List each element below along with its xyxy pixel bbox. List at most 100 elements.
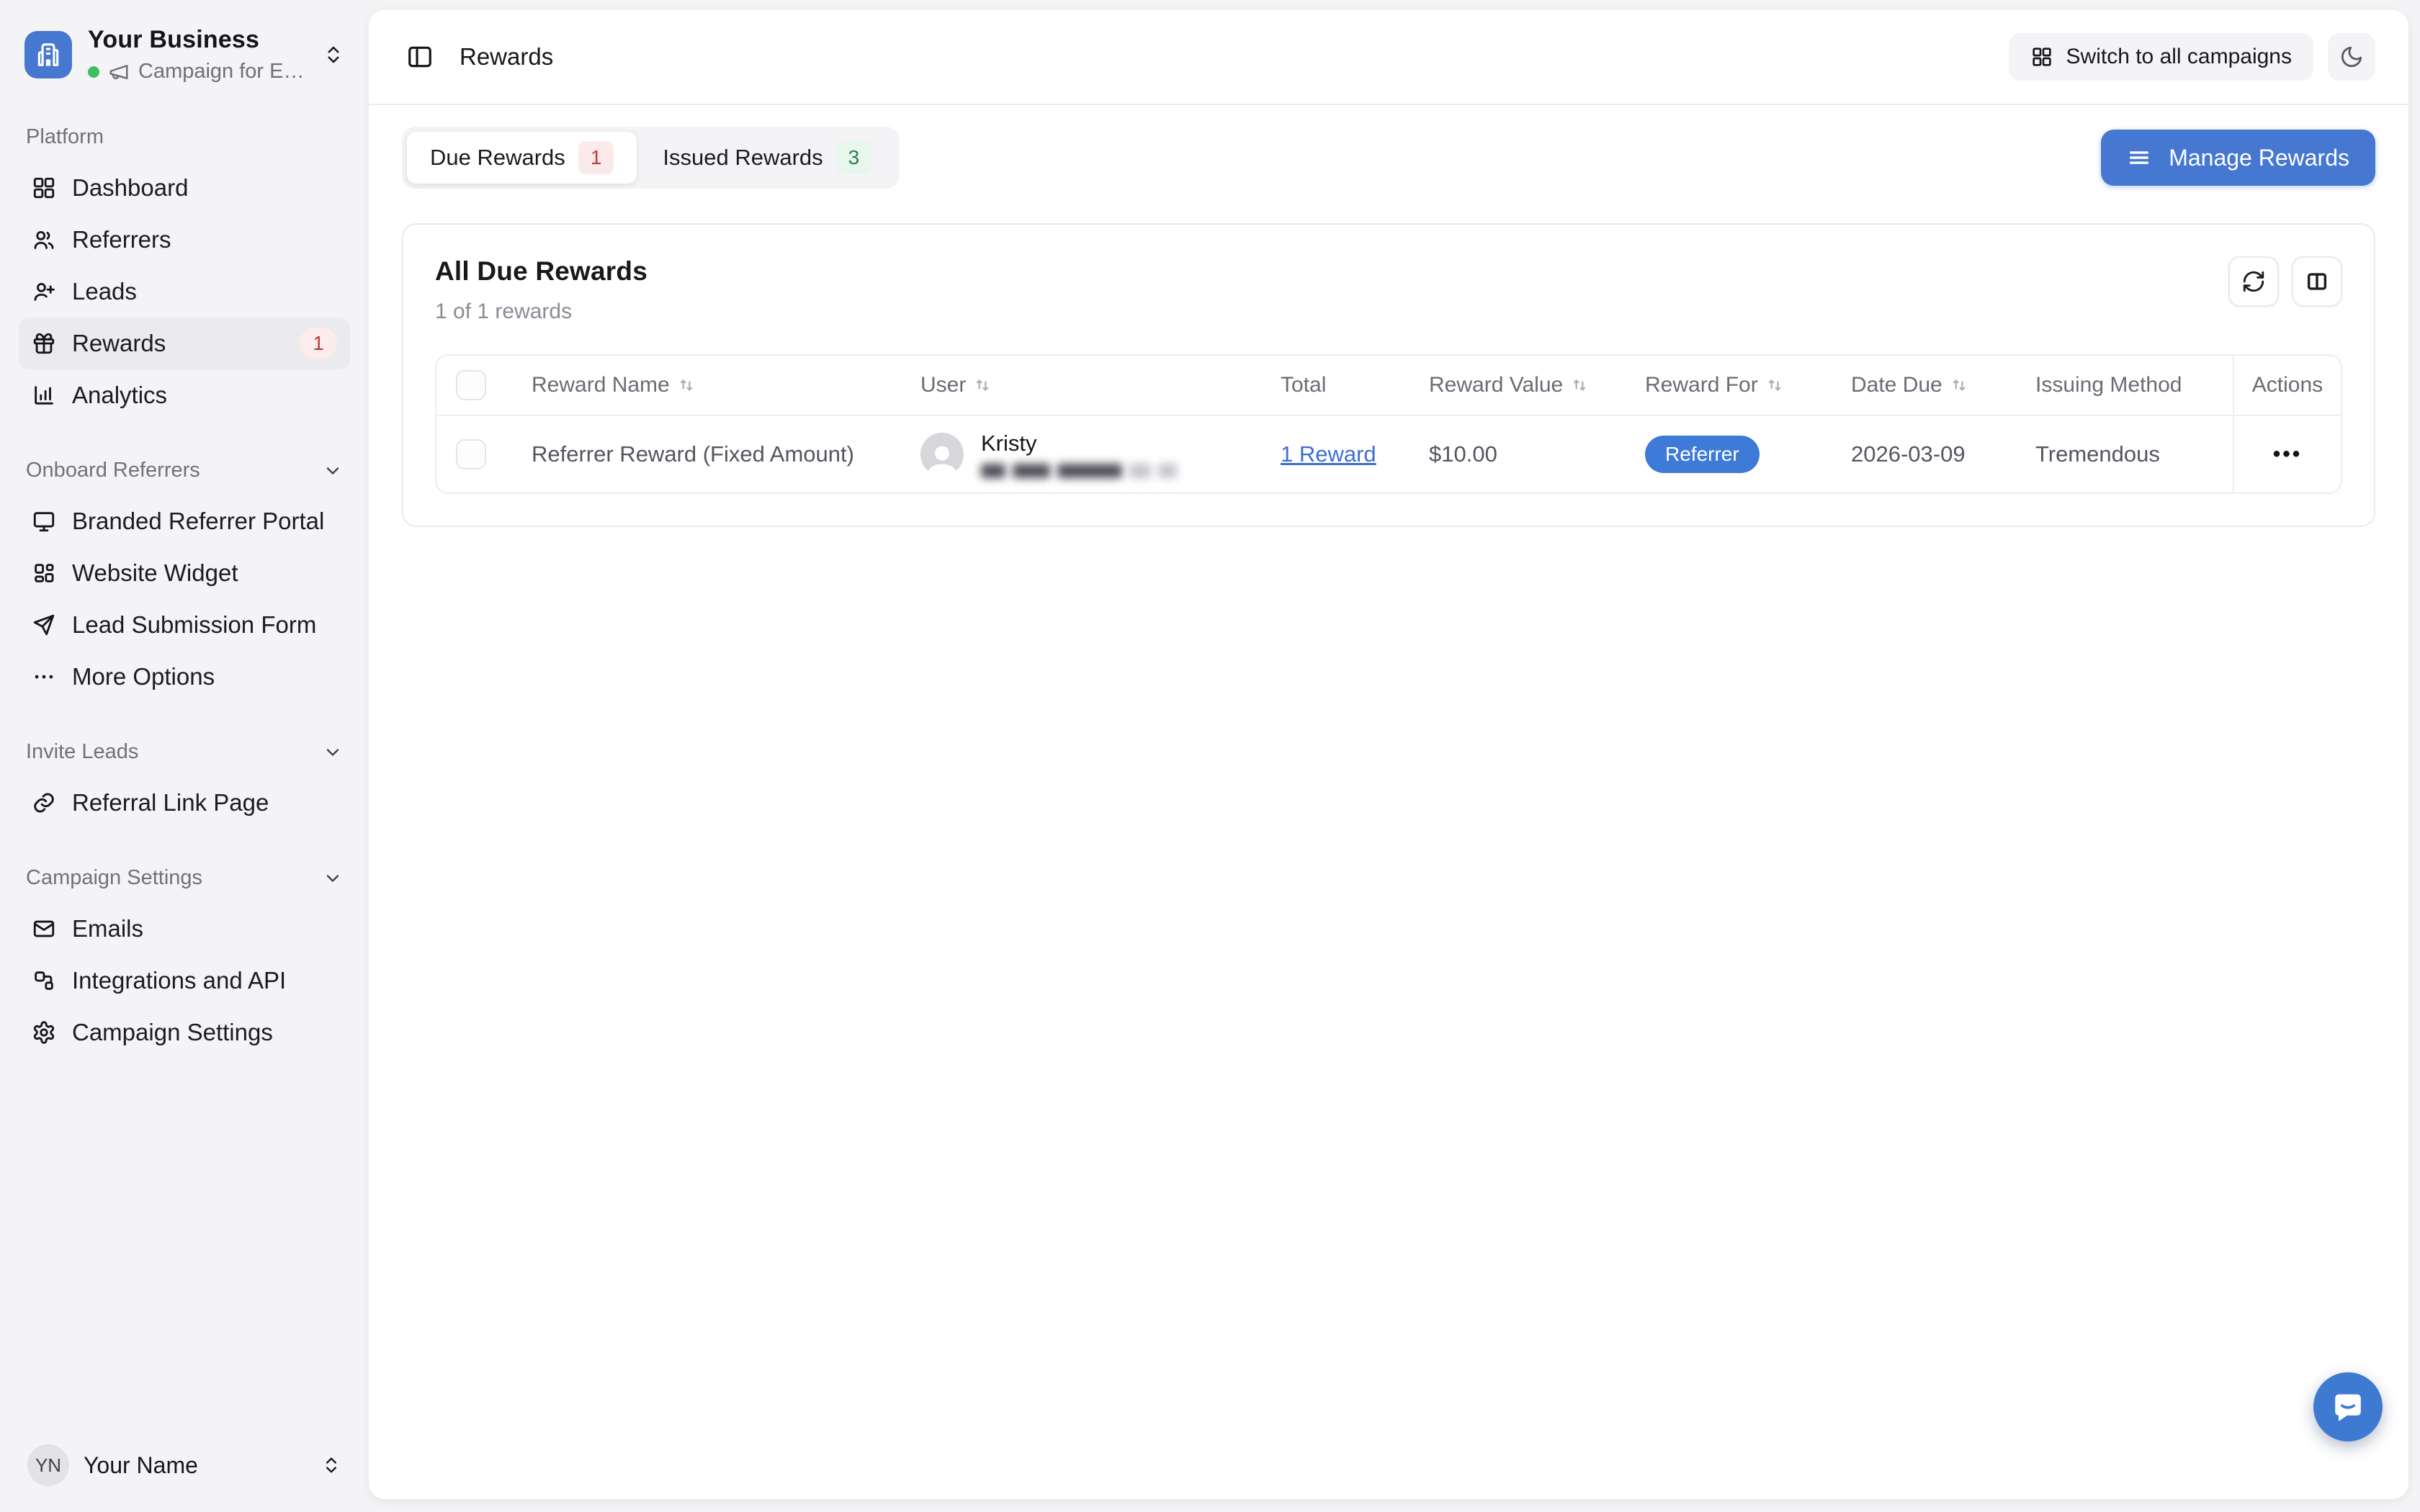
widget-grid-icon [32, 561, 56, 585]
column-header-reward-name[interactable]: Reward Name [506, 356, 895, 415]
total-rewards-link[interactable]: 1 Reward [1281, 441, 1376, 467]
row-checkbox[interactable] [456, 439, 486, 469]
columns-icon [2305, 269, 2329, 294]
column-header-issuing-method: Issuing Method [2009, 356, 2233, 415]
page-title: Rewards [460, 43, 553, 71]
user-first-name: Kristy [981, 431, 1177, 456]
business-logo-icon [24, 31, 72, 78]
cell-reward-name: Referrer Reward (Fixed Amount) [506, 416, 895, 492]
sort-icon [1570, 376, 1589, 395]
sidebar-toggle-icon[interactable] [402, 39, 438, 75]
workspace-name: Your Business [88, 26, 307, 54]
columns-button[interactable] [2292, 256, 2342, 307]
select-all-checkbox[interactable] [456, 370, 486, 400]
refresh-button[interactable] [2228, 256, 2279, 307]
redacted-user-details [981, 464, 1177, 478]
sidebar-item-analytics[interactable]: Analytics [19, 369, 350, 421]
ellipsis-icon [32, 665, 56, 689]
workflow-icon [32, 968, 56, 993]
switch-campaigns-button[interactable]: Switch to all campaigns [2009, 33, 2313, 81]
sidebar-item-rewards[interactable]: Rewards 1 [19, 318, 350, 369]
dark-mode-toggle[interactable] [2328, 33, 2375, 81]
rewards-tabs: Due Rewards 1 Issued Rewards 3 [402, 127, 900, 189]
mail-icon [32, 917, 56, 941]
manage-rewards-button[interactable]: Manage Rewards [2101, 130, 2375, 186]
row-actions-button[interactable]: ••• [2273, 442, 2303, 467]
dashboard-icon [32, 176, 56, 200]
user-name: Your Name [84, 1452, 307, 1479]
sidebar-item-more-options[interactable]: More Options [19, 651, 350, 703]
reward-for-badge: Referrer [1645, 436, 1760, 473]
cell-date-due: 2026-03-09 [1825, 416, 2009, 492]
sort-icon [973, 376, 992, 395]
sidebar-item-dashboard[interactable]: Dashboard [19, 162, 350, 214]
gift-icon [32, 331, 56, 356]
sidebar-item-leads[interactable]: Leads [19, 266, 350, 318]
cell-issuing-method: Tremendous [2009, 416, 2233, 492]
tab-due-rewards[interactable]: Due Rewards 1 [407, 132, 637, 184]
send-icon [32, 613, 56, 637]
grid-icon [2030, 45, 2053, 68]
sidebar-item-campaign-settings[interactable]: Campaign Settings [19, 1007, 350, 1058]
table-row: Referrer Reward (Fixed Amount) Kristy [436, 415, 2341, 492]
sort-icon [1950, 376, 1968, 395]
issued-count-badge: 3 [836, 141, 872, 174]
column-header-date-due[interactable]: Date Due [1825, 356, 2009, 415]
column-header-actions: Actions [2233, 356, 2341, 415]
status-dot [88, 66, 99, 78]
section-label-onboard-referrers[interactable]: Onboard Referrers [26, 459, 343, 482]
sidebar-item-branded-referrer-portal[interactable]: Branded Referrer Portal [19, 495, 350, 547]
column-header-reward-value[interactable]: Reward Value [1403, 356, 1619, 415]
chevrons-up-down-icon [321, 1455, 341, 1475]
sidebar-item-lead-submission-form[interactable]: Lead Submission Form [19, 599, 350, 651]
gear-icon [32, 1020, 56, 1045]
campaign-name: Campaign for E… [138, 60, 305, 84]
tab-issued-rewards[interactable]: Issued Rewards 3 [640, 132, 895, 184]
megaphone-icon [108, 61, 130, 83]
chevrons-up-down-icon [323, 44, 344, 66]
workspace-switcher[interactable]: Your Business Campaign for E… [19, 22, 350, 88]
rewards-count-badge: 1 [300, 328, 337, 359]
main-panel: Rewards Switch to all campaigns Due Rewa… [369, 10, 2408, 1499]
sidebar-item-integrations-and-api[interactable]: Integrations and API [19, 955, 350, 1007]
chat-bubble-icon [2329, 1388, 2367, 1426]
topbar: Rewards Switch to all campaigns [369, 10, 2408, 105]
cell-reward-value: $10.00 [1403, 416, 1619, 492]
due-rewards-table: Reward Name User Total Reward Value [435, 354, 2342, 494]
sidebar-item-referral-link-page[interactable]: Referral Link Page [19, 777, 350, 829]
column-header-reward-for[interactable]: Reward For [1619, 356, 1825, 415]
chevron-down-icon [323, 742, 343, 762]
sidebar-item-emails[interactable]: Emails [19, 903, 350, 955]
cell-user: Kristy [895, 416, 1255, 492]
due-count-badge: 1 [578, 141, 614, 174]
section-label-platform: Platform [26, 125, 343, 149]
sidebar: Your Business Campaign for E… Platform D… [0, 0, 369, 1512]
chevron-down-icon [323, 868, 343, 888]
card-title: All Due Rewards [435, 256, 647, 287]
menu-icon [2127, 145, 2151, 170]
user-avatar: YN [27, 1444, 69, 1486]
chevron-down-icon [323, 461, 343, 481]
column-header-user[interactable]: User [895, 356, 1255, 415]
table-header-row: Reward Name User Total Reward Value [436, 356, 2341, 415]
bar-chart-icon [32, 383, 56, 408]
column-header-total[interactable]: Total [1255, 356, 1403, 415]
card-subtitle: 1 of 1 rewards [435, 300, 647, 324]
sort-icon [677, 376, 696, 395]
users-icon [32, 228, 56, 252]
all-due-rewards-card: All Due Rewards 1 of 1 rewards [402, 223, 2375, 527]
user-menu[interactable]: YN Your Name [19, 1437, 350, 1493]
sort-icon [1765, 376, 1784, 395]
moon-icon [2339, 45, 2364, 69]
section-label-invite-leads[interactable]: Invite Leads [26, 740, 343, 764]
sidebar-item-referrers[interactable]: Referrers [19, 214, 350, 266]
refresh-icon [2241, 269, 2266, 294]
link-icon [32, 791, 56, 815]
monitor-icon [32, 509, 56, 534]
chat-launcher-button[interactable] [2313, 1372, 2383, 1441]
user-photo-avatar [920, 433, 964, 476]
sidebar-item-website-widget[interactable]: Website Widget [19, 547, 350, 599]
user-plus-icon [32, 279, 56, 304]
section-label-campaign-settings[interactable]: Campaign Settings [26, 866, 343, 890]
content-area: Due Rewards 1 Issued Rewards 3 Manage Re… [369, 105, 2408, 560]
